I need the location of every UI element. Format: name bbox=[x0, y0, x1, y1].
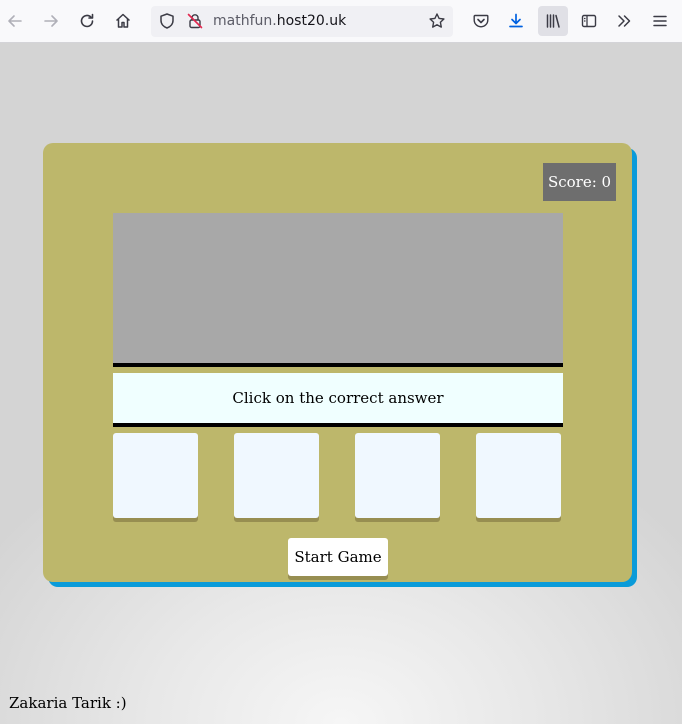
sidebar-icon bbox=[581, 14, 597, 28]
library-icon bbox=[546, 14, 560, 28]
divider-bottom bbox=[113, 423, 563, 427]
start-game-button[interactable]: Start Game bbox=[288, 538, 388, 576]
download-icon bbox=[509, 13, 523, 28]
answer-choice-1[interactable] bbox=[113, 433, 198, 518]
pocket-icon bbox=[473, 14, 489, 28]
score-display: Score: 0 bbox=[543, 163, 616, 201]
reload-button[interactable] bbox=[72, 6, 102, 36]
answer-choice-4[interactable] bbox=[476, 433, 561, 518]
arrow-left-icon bbox=[8, 15, 22, 27]
sidebar-button[interactable] bbox=[574, 6, 604, 36]
game-container: Score: 0 Click on the correct answer Sta… bbox=[43, 143, 632, 582]
reload-icon bbox=[80, 13, 94, 28]
lock-slash-icon[interactable] bbox=[186, 12, 204, 30]
browser-toolbar: mathfun.host20.uk bbox=[0, 0, 682, 43]
downloads-button[interactable] bbox=[501, 6, 531, 36]
question-display bbox=[113, 213, 563, 363]
author-credit: Zakaria Tarik :) bbox=[9, 694, 127, 712]
overflow-button[interactable] bbox=[609, 6, 639, 36]
forward-button[interactable] bbox=[36, 6, 66, 36]
url-domain: mathfun. bbox=[213, 13, 277, 29]
answer-choice-2[interactable] bbox=[234, 433, 319, 518]
url-text[interactable]: mathfun.host20.uk bbox=[213, 13, 346, 29]
answer-choice-3[interactable] bbox=[355, 433, 440, 518]
divider-top bbox=[113, 363, 563, 367]
pocket-button[interactable] bbox=[466, 6, 496, 36]
hamburger-menu-icon bbox=[653, 15, 667, 27]
home-icon bbox=[115, 13, 131, 28]
arrow-right-icon bbox=[44, 15, 58, 27]
page-content: Score: 0 Click on the correct answer Sta… bbox=[0, 43, 682, 724]
url-host: host20.uk bbox=[276, 13, 347, 29]
chevron-double-right-icon bbox=[618, 15, 631, 27]
library-button[interactable] bbox=[538, 6, 568, 36]
address-bar[interactable]: mathfun.host20.uk bbox=[151, 6, 453, 37]
menu-button[interactable] bbox=[645, 6, 675, 36]
back-button[interactable] bbox=[0, 6, 30, 36]
star-icon[interactable] bbox=[428, 12, 446, 30]
home-button[interactable] bbox=[108, 6, 138, 36]
shield-icon[interactable] bbox=[158, 12, 176, 30]
instruction-text: Click on the correct answer bbox=[113, 373, 563, 423]
